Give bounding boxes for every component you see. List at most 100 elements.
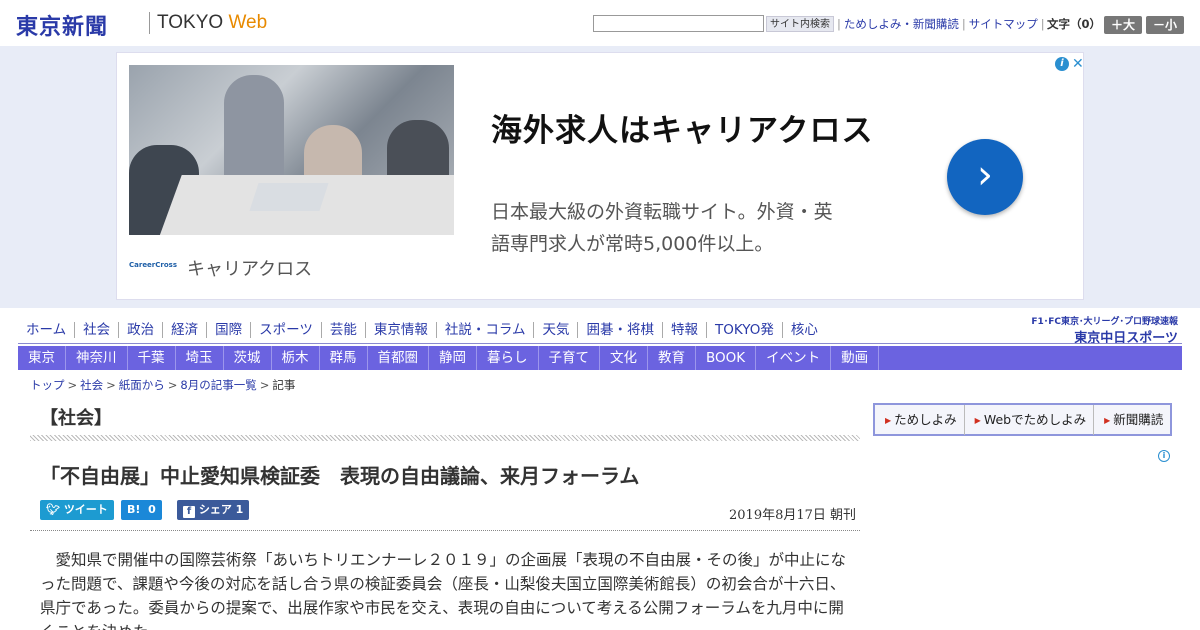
web-trial-link[interactable]: ▶ Webでためしよみ — [965, 405, 1095, 435]
site-logo[interactable]: 東京新聞 — [16, 9, 108, 41]
primary-nav: ホーム 社会 政治 経済 国際 スポーツ 芸能 東京情報 社説・コラム 天気 囲碁・将棋 特報 TOKY… — [18, 318, 1018, 344]
breadcrumb-separator: > — [259, 378, 270, 392]
nav-item-shutoken[interactable]: 首都圏 — [368, 346, 429, 370]
nav-item-sports[interactable]: スポーツ — [250, 322, 321, 338]
nav-divider — [18, 343, 1182, 344]
photo-laptop — [249, 183, 329, 211]
search-button[interactable]: サイト内検索 — [766, 16, 834, 32]
breadcrumb-separator: > — [167, 378, 178, 392]
chunichi-sports-link[interactable]: F1･FC東京･大リーグ･プロ野球速報 東京中日スポーツ — [1028, 314, 1178, 346]
logo-divider — [149, 12, 150, 34]
nav-item-tochigi[interactable]: 栃木 — [272, 346, 320, 370]
nav-item-parenting[interactable]: 子育て — [539, 346, 600, 370]
ad-desc-line: 語専門求人が常時5,000件以上。 — [491, 233, 774, 255]
breadcrumb-society[interactable]: 社会 — [80, 378, 103, 392]
nav-item-home[interactable]: ホーム — [18, 322, 74, 338]
triangle-right-icon: ▶ — [974, 416, 981, 425]
nav-item-tokyo[interactable]: 東京 — [18, 346, 66, 370]
nav-item-politics[interactable]: 政治 — [118, 322, 162, 338]
article-divider — [30, 530, 860, 531]
ad-close-icon[interactable]: ✕ — [1072, 56, 1084, 72]
article-date: 2019年8月17日 朝刊 — [729, 508, 857, 523]
nav-item-video[interactable]: 動画 — [831, 346, 880, 370]
subscription-links: ▶ ためしよみ ▶ Webでためしよみ ▶ 新聞購読 — [873, 403, 1172, 436]
logo-web-text: Web — [228, 12, 268, 33]
article-body: 愛知県で開催中の国際芸術祭「あいちトリエンナーレ２０１９」の企画展「表現の不自由… — [40, 551, 847, 630]
header-links: | ためしよみ・新聞購読 | サイトマップ | — [834, 16, 1048, 32]
ad-brand-name[interactable]: キャリアクロス — [187, 255, 312, 281]
twitter-icon: 🐦︎ — [46, 503, 60, 516]
trial-link[interactable]: ▶ ためしよみ — [875, 405, 965, 435]
facebook-icon: f — [183, 506, 195, 518]
subscribe-link[interactable]: ためしよみ・新聞購読 — [844, 17, 959, 31]
nav-item-ibaraki[interactable]: 茨城 — [224, 346, 272, 370]
breadcrumb: トップ > 社会 > 紙面から >8月の記事一覧 > 記事 — [30, 377, 295, 393]
nav-item-tokyo-hatsu[interactable]: TOKYO発 — [705, 322, 782, 338]
ad-brand-logo: CareerCross — [129, 261, 177, 269]
nav-item-economy[interactable]: 経済 — [162, 322, 206, 338]
triangle-right-icon: ▶ — [885, 416, 892, 425]
tweet-label: ツイート — [63, 503, 108, 516]
nav-item-chiba[interactable]: 千葉 — [128, 346, 176, 370]
ad-banner-area: CareerCross キャリアクロス 海外求人はキャリアクロス 日本最大級の外… — [0, 46, 1200, 308]
breadcrumb-separator: > — [67, 378, 78, 392]
font-larger-button[interactable]: ＋大 — [1104, 16, 1142, 34]
nav-item-culture[interactable]: 文化 — [600, 346, 648, 370]
article-headline: 「不自由展」中止愛知県検証委 表現の自由議論、来月フォーラム — [40, 464, 640, 488]
nav-item-weather[interactable]: 天気 — [533, 322, 577, 338]
ad-desc-line: 日本最大級の外資転職サイト。外資・英 — [491, 201, 833, 223]
facebook-share-label: シェア 1 — [198, 503, 244, 516]
nav-item-editorial[interactable]: 社説・コラム — [435, 322, 534, 338]
breadcrumb-print[interactable]: 紙面から — [119, 378, 165, 392]
hatena-count: 0 — [148, 503, 156, 516]
nav-item-gunma[interactable]: 群馬 — [320, 346, 368, 370]
nav-item-society[interactable]: 社会 — [74, 322, 118, 338]
nav-item-world[interactable]: 国際 — [206, 322, 250, 338]
nav-item-shizuoka[interactable]: 静岡 — [429, 346, 477, 370]
site-logo-en[interactable]: TOKYO Web — [157, 12, 267, 34]
trial-label: ためしよみ — [894, 412, 957, 427]
search-input[interactable] — [593, 15, 764, 32]
subscribe-label: 新聞購読 — [1113, 412, 1164, 427]
link-divider: | — [961, 17, 966, 31]
regional-nav: 東京 神奈川 千葉 埼玉 茨城 栃木 群馬 首都圏 静岡 暮らし 子育て 文化 教育 BOOK イベント 動画 — [18, 346, 1182, 370]
nav-item-living[interactable]: 暮らし — [477, 346, 539, 370]
nav-item-tokyo-info[interactable]: 東京情報 — [364, 322, 436, 338]
hatena-bookmark-button[interactable]: B! 0 — [121, 500, 162, 520]
ad-info-icon[interactable]: i — [1158, 450, 1170, 462]
nav-item-tokuho[interactable]: 特報 — [661, 322, 706, 338]
subscribe-sidebar-link[interactable]: ▶ 新聞購読 — [1094, 405, 1170, 435]
ad-banner[interactable]: CareerCross キャリアクロス 海外求人はキャリアクロス 日本最大級の外… — [116, 52, 1084, 300]
link-divider: | — [837, 17, 841, 31]
nav-item-kanagawa[interactable]: 神奈川 — [66, 346, 128, 370]
section-title: 【社会】 — [40, 408, 112, 429]
nav-item-education[interactable]: 教育 — [648, 346, 696, 370]
breadcrumb-separator: > — [106, 378, 116, 392]
triangle-right-icon: ▶ — [1104, 416, 1111, 425]
sitemap-link[interactable]: サイトマップ — [969, 17, 1038, 31]
site-header: 東京新聞 TOKYO Web サイト内検索 | ためしよみ・新聞購読 | サイトマップ… — [0, 0, 1200, 46]
link-divider: | — [1040, 17, 1045, 31]
breadcrumb-current: 記事 — [272, 378, 296, 392]
nav-item-saitama[interactable]: 埼玉 — [176, 346, 224, 370]
logo-en-text: TOKYO — [157, 12, 224, 33]
nav-item-entertainment[interactable]: 芸能 — [320, 322, 365, 338]
tweet-button[interactable]: 🐦︎ ツイート — [40, 500, 114, 520]
ad-title[interactable]: 海外求人はキャリアクロス — [491, 105, 873, 150]
nav-item-event[interactable]: イベント — [756, 346, 832, 370]
breadcrumb-month-list[interactable]: 8月の記事一覧 — [180, 378, 256, 392]
nav-item-kakushin[interactable]: 核心 — [781, 322, 826, 338]
hatena-icon: B! — [127, 503, 141, 516]
ad-info-icon[interactable]: i — [1055, 57, 1069, 71]
ad-description: 日本最大級の外資転職サイト。外資・英 語専門求人が常時5,000件以上。 — [491, 196, 891, 260]
font-size-label: 文字（0） — [1047, 17, 1102, 31]
web-trial-label: Webでためしよみ — [983, 412, 1087, 427]
breadcrumb-top[interactable]: トップ — [30, 378, 65, 392]
ad-arrow-button[interactable]: › — [947, 139, 1023, 215]
facebook-share-button[interactable]: f シェア 1 — [177, 500, 250, 520]
nav-item-book[interactable]: BOOK — [696, 346, 757, 370]
font-smaller-button[interactable]: －小 — [1146, 16, 1184, 34]
nav-item-go-shogi[interactable]: 囲碁・将棋 — [577, 322, 662, 338]
section-divider — [30, 435, 860, 441]
ad-photo[interactable] — [129, 65, 454, 235]
